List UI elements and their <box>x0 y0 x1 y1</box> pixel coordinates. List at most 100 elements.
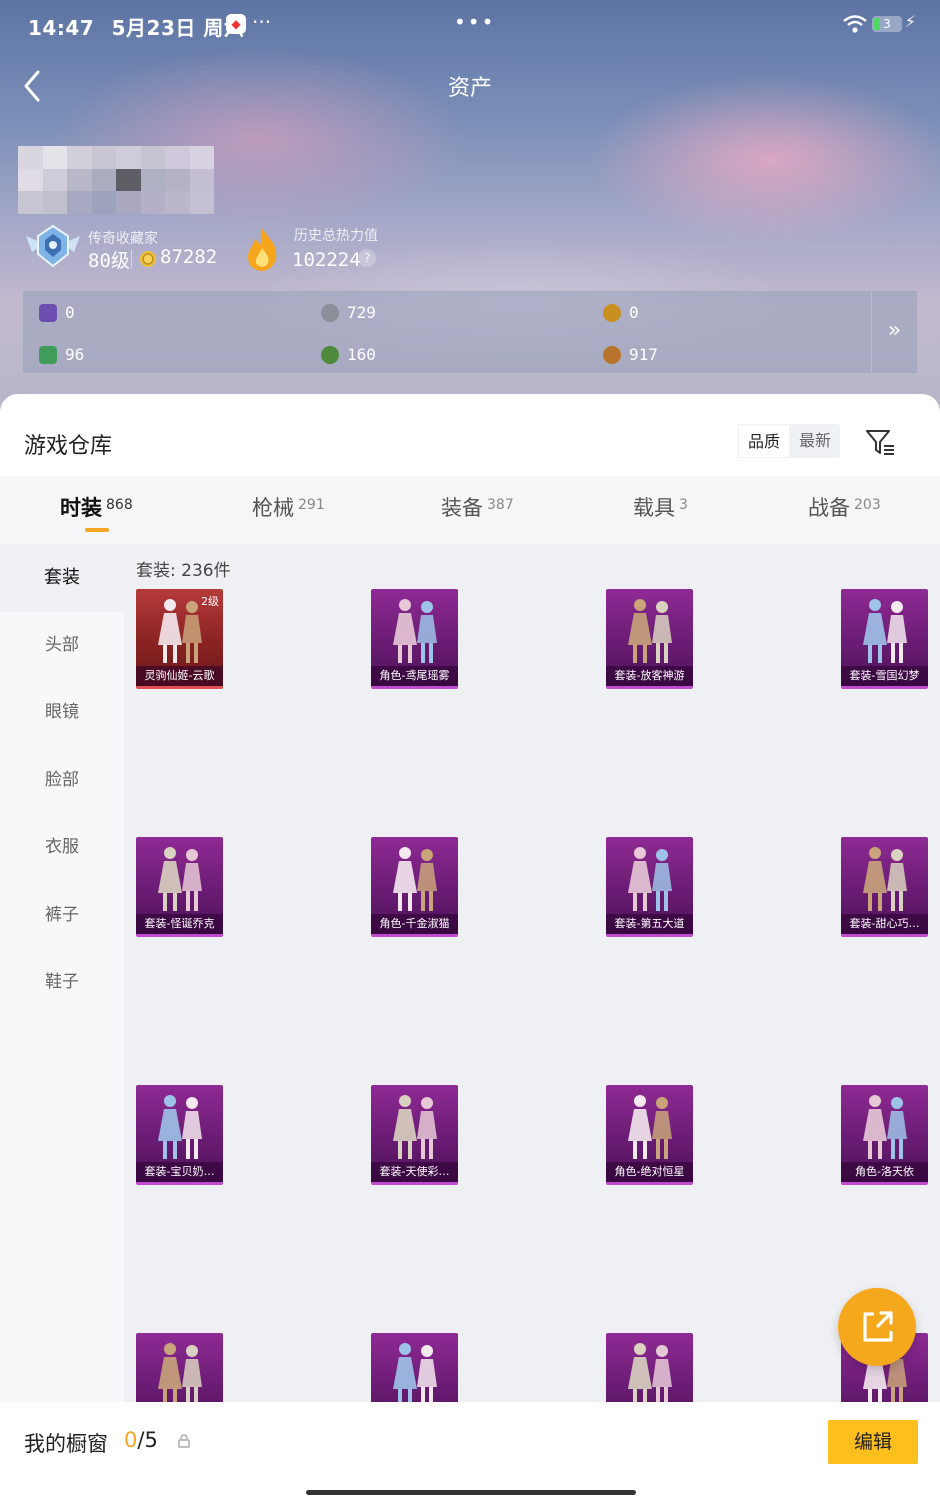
currency-item: 96 <box>39 345 84 364</box>
outfit-card[interactable]: 角色-鸢尾瑶雾 <box>371 589 458 689</box>
outfit-name: 套装-天使彩… <box>371 1162 458 1182</box>
outfit-card[interactable] <box>371 1333 458 1402</box>
active-tab-indicator <box>85 528 109 532</box>
purple-card-icon <box>39 303 57 322</box>
tab-count: 203 <box>854 497 881 513</box>
showcase-used: 0 <box>124 1428 138 1452</box>
tab-weapons[interactable]: 枪械 291 <box>252 492 325 522</box>
outfit-card[interactable]: 套装-宝贝奶… <box>136 1085 223 1185</box>
status-time: 14:47 5月23日 周六 <box>28 12 244 41</box>
edit-button[interactable]: 编辑 <box>828 1420 918 1464</box>
outfit-card[interactable]: 角色-洛天依 <box>841 1085 928 1185</box>
heat-value: 102224 <box>292 249 361 271</box>
outfit-figure-icon <box>863 599 907 663</box>
tab-vehicles[interactable]: 载具 3 <box>633 492 688 522</box>
silver-coin-icon <box>321 303 339 322</box>
tab-count: 3 <box>679 497 688 513</box>
showcase-count: 0/5 <box>124 1428 158 1452</box>
outfit-card[interactable]: 套装-雪国幻梦 <box>841 589 928 689</box>
flame-icon <box>248 228 277 271</box>
outfit-figure-icon <box>393 599 437 663</box>
sidebar-item-glasses[interactable]: 眼镜 <box>0 679 124 747</box>
window-handle-dots[interactable]: ••• <box>454 10 495 34</box>
tab-label: 载具 <box>633 496 675 520</box>
sidebar-item-pants[interactable]: 裤子 <box>0 882 124 950</box>
sidebar-item-head[interactable]: 头部 <box>0 612 124 680</box>
tab-label: 时装 <box>60 496 102 520</box>
sort-toggle: 品质 最新 <box>738 424 840 458</box>
app-notification-icon: ◆ <box>226 14 246 34</box>
tab-count: 387 <box>487 497 514 513</box>
outfit-figure-icon <box>863 1095 907 1159</box>
currency-value: 917 <box>629 345 658 364</box>
outfit-card[interactable]: 套装-甜心巧… <box>841 837 928 937</box>
currency-panel: 0 729 0 96 160 917 » <box>22 290 918 374</box>
outfit-card[interactable]: 套装-第五大道 <box>606 837 693 937</box>
outfit-card[interactable]: 2级灵驹仙姬-云歌 <box>136 589 223 689</box>
warehouse-sheet: 游戏仓库 品质 最新 时装 868 枪械 291 装备 387 载具 3 战备 203 套… <box>0 394 940 1504</box>
avatar[interactable] <box>18 146 214 214</box>
subcategory-sidebar: 套装 头部 眼镜 脸部 衣服 裤子 鞋子 <box>0 544 124 1402</box>
rank-emblem-icon <box>26 224 80 268</box>
outfit-figure-icon <box>628 1095 672 1159</box>
status-bar: 14:47 5月23日 周六 ◆ ··· ••• 3 ⚡ <box>28 10 916 42</box>
outfit-level-badge: 2级 <box>201 595 219 608</box>
currency-item: 729 <box>321 303 376 322</box>
charging-icon: ⚡ <box>904 12 916 31</box>
wifi-icon <box>843 15 867 33</box>
tab-count: 291 <box>298 497 325 513</box>
showcase-total: /5 <box>137 1428 158 1452</box>
outfit-figure-icon <box>628 1343 672 1402</box>
currency-item: 0 <box>603 303 639 322</box>
tab-equipment[interactable]: 装备 387 <box>441 492 514 522</box>
outfit-card[interactable]: 角色-千金淑猫 <box>371 837 458 937</box>
outfit-name: 套装-甜心巧… <box>841 914 928 934</box>
tab-fashion[interactable]: 时装 868 <box>60 492 133 522</box>
item-grid: 套装: 236件 2级 灵驹仙姬-云歌 角色-鸢尾瑶雾 套装-放客神游 套装-雪国幻梦套… <box>124 544 940 1402</box>
outfit-card[interactable] <box>606 1333 693 1402</box>
clock: 14:47 <box>28 16 95 40</box>
outfit-name: 套装-第五大道 <box>606 914 693 934</box>
sort-latest-button[interactable]: 最新 <box>790 424 840 458</box>
rank-title: 传奇收藏家 <box>88 231 158 247</box>
outfit-figure-icon <box>628 847 672 911</box>
currency-item: 0 <box>39 303 75 322</box>
tab-combat-supplies[interactable]: 战备 203 <box>808 492 881 522</box>
sort-quality-button[interactable]: 品质 <box>738 424 790 458</box>
outfit-name: 套装-放客神游 <box>606 666 693 686</box>
currency-item: 917 <box>603 345 658 364</box>
tab-count: 868 <box>106 497 133 513</box>
outfit-name: 灵驹仙姬-云歌 <box>136 666 223 686</box>
outfit-name: 角色-千金淑猫 <box>371 914 458 934</box>
outfit-figure-icon <box>393 1343 437 1402</box>
outfit-figure-icon <box>863 847 907 911</box>
help-icon[interactable]: ? <box>358 249 376 267</box>
outfit-card[interactable]: 角色-绝对恒星 <box>606 1085 693 1185</box>
tab-label: 枪械 <box>252 496 294 520</box>
outfit-figure-icon <box>393 1095 437 1159</box>
sidebar-item-shoes[interactable]: 鞋子 <box>0 949 124 1017</box>
outfit-figure-icon <box>158 847 202 911</box>
sidebar-item-face[interactable]: 脸部 <box>0 747 124 815</box>
outfit-card[interactable]: 套装-天使彩… <box>371 1085 458 1185</box>
outfit-card[interactable]: 套装-怪诞乔克 <box>136 837 223 937</box>
outfit-card[interactable]: 套装-放客神游 <box>606 589 693 689</box>
currency-value: 96 <box>65 345 85 364</box>
outfit-card[interactable] <box>136 1333 223 1402</box>
outfit-name: 套装-怪诞乔克 <box>136 914 223 934</box>
profile-header: 14:47 5月23日 周六 ◆ ··· ••• 3 ⚡ 资产 传奇收藏家 80… <box>0 0 940 410</box>
outfit-figure-icon <box>628 599 672 663</box>
outfit-figure-icon <box>393 847 437 911</box>
share-button[interactable] <box>838 1288 916 1366</box>
sidebar-item-clothes[interactable]: 衣服 <box>0 814 124 882</box>
filter-icon[interactable] <box>864 426 896 458</box>
coin-icon <box>140 251 156 267</box>
coin-value: 87282 <box>160 246 218 268</box>
battery-indicator: 3 <box>872 16 902 32</box>
outfit-figure-icon <box>158 1095 202 1159</box>
date: 5月23日 周六 <box>111 16 245 40</box>
expand-currencies-button[interactable]: » <box>871 291 917 373</box>
tab-label: 战备 <box>808 496 850 520</box>
showcase-label: 我的橱窗 <box>24 1432 108 1456</box>
sidebar-item-suits[interactable]: 套装 <box>0 544 124 612</box>
